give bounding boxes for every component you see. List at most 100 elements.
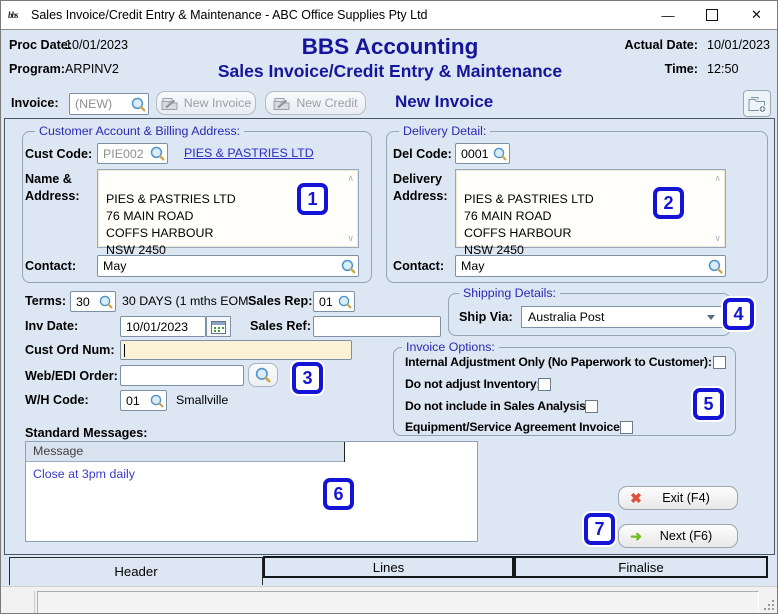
standard-messages-label: Standard Messages: xyxy=(25,426,148,440)
search-icon[interactable] xyxy=(708,259,723,274)
delivery-address-label-1: Delivery xyxy=(393,172,443,186)
message-column-header: Message xyxy=(26,442,344,462)
text-caret xyxy=(124,344,125,357)
terms-description: 30 DAYS (1 mths EOM xyxy=(122,294,249,308)
search-icon[interactable] xyxy=(131,97,146,112)
name-address-label-1: Name & xyxy=(25,172,72,186)
sales-rep-field[interactable]: 01 xyxy=(313,291,355,312)
cust-code-label: Cust Code: xyxy=(25,147,93,161)
minimize-button[interactable]: — xyxy=(646,1,690,29)
callout-badge-2: 2 xyxy=(653,187,684,219)
invoice-combobox[interactable]: (NEW) xyxy=(69,93,149,115)
time-value: 12:50 xyxy=(707,62,739,76)
shipping-group-title: Shipping Details: xyxy=(459,286,560,300)
invoice-options-group-title: Invoice Options: xyxy=(402,340,499,354)
next-button[interactable]: ➜ Next (F6) xyxy=(618,524,738,548)
maximize-icon xyxy=(706,9,718,21)
web-edi-order-label: Web/EDI Order: xyxy=(25,369,118,383)
minimize-icon: — xyxy=(661,7,675,23)
app-icon: bbs xyxy=(8,10,19,20)
scroll-up-icon[interactable]: ∧ xyxy=(347,174,354,183)
copy-invoice-button[interactable] xyxy=(743,90,771,117)
delivery-contact-field[interactable]: May xyxy=(455,255,726,277)
new-invoice-button[interactable]: New Invoice xyxy=(156,91,256,115)
wh-name: Smallville xyxy=(176,393,229,407)
new-credit-button[interactable]: New Credit xyxy=(265,91,366,115)
delivery-contact-value: May xyxy=(461,259,485,273)
new-invoice-label: New Invoice xyxy=(183,96,252,110)
title-bar: bbs Sales Invoice/Credit Entry & Mainten… xyxy=(1,1,777,30)
delivery-address-text: PIES & PASTRIES LTD 76 MAIN ROAD COFFS H… xyxy=(464,192,594,257)
search-icon[interactable] xyxy=(150,146,165,161)
sales-ref-field[interactable] xyxy=(313,316,441,337)
actual-date-label: Actual Date: xyxy=(624,38,698,52)
option-internal-adjustment-label: Internal Adjustment Only (No Paperwork t… xyxy=(405,355,712,369)
tab-lines[interactable]: Lines xyxy=(263,556,514,578)
del-code-label: Del Code: xyxy=(393,147,452,161)
terms-field[interactable]: 30 xyxy=(70,291,116,312)
del-code-field[interactable]: 0001 xyxy=(455,143,510,164)
standard-messages-table[interactable]: Message Close at 3pm daily xyxy=(25,441,478,542)
option-no-sales-analysis-checkbox[interactable] xyxy=(585,400,598,413)
calendar-icon xyxy=(211,320,226,334)
next-button-label: Next (F6) xyxy=(659,529,713,543)
status-bar xyxy=(1,586,777,613)
close-button[interactable]: ✕ xyxy=(734,1,777,29)
delivery-address-textarea[interactable]: PIES & PASTRIES LTD 76 MAIN ROAD COFFS H… xyxy=(455,169,726,257)
search-icon[interactable] xyxy=(150,394,164,408)
web-edi-lookup-button[interactable] xyxy=(248,363,278,387)
inv-date-field[interactable]: 10/01/2023 xyxy=(120,316,206,337)
search-icon[interactable] xyxy=(493,147,507,161)
sales-rep-label: Sales Rep: xyxy=(248,294,313,308)
exit-button[interactable]: ✖ Exit (F4) xyxy=(618,486,738,510)
search-icon[interactable] xyxy=(341,259,356,274)
option-internal-adjustment-checkbox[interactable] xyxy=(713,356,726,369)
scroll-down-icon[interactable]: ∨ xyxy=(347,234,354,243)
new-credit-label: New Credit xyxy=(296,96,358,110)
invoice-value: (NEW) xyxy=(75,97,113,111)
resize-grip[interactable] xyxy=(772,608,774,610)
app-window: bbs Sales Invoice/Credit Entry & Mainten… xyxy=(0,0,778,614)
option-equipment-service-checkbox[interactable] xyxy=(620,421,633,434)
scroll-up-icon[interactable]: ∧ xyxy=(714,174,721,183)
search-icon[interactable] xyxy=(99,295,113,309)
delivery-contact-label: Contact: xyxy=(393,259,445,273)
cust-ord-num-field[interactable] xyxy=(120,340,352,360)
tab-header[interactable]: Header xyxy=(9,557,263,585)
cust-code-field[interactable]: PIE002 xyxy=(97,143,168,164)
red-x-icon: ✖ xyxy=(630,489,642,506)
sales-rep-value: 01 xyxy=(319,294,333,309)
delivery-address-label-2: Address: xyxy=(393,189,448,203)
wh-code-value: 01 xyxy=(126,393,140,408)
customer-contact-label: Contact: xyxy=(25,259,77,273)
invoice-status: New Invoice xyxy=(395,92,494,111)
delivery-group-title: Delivery Detail: xyxy=(399,124,491,138)
customer-name-link[interactable]: PIES & PASTRIES LTD xyxy=(184,146,314,160)
inv-date-label: Inv Date: xyxy=(25,319,79,333)
callout-badge-6: 6 xyxy=(323,478,354,510)
customer-group-title: Customer Account & Billing Address: xyxy=(35,124,245,138)
message-row[interactable]: Close at 3pm daily xyxy=(33,467,135,481)
callout-badge-3: 3 xyxy=(292,362,323,394)
customer-contact-value: May xyxy=(103,259,127,273)
wh-code-field[interactable]: 01 xyxy=(120,390,167,411)
customer-contact-field[interactable]: May xyxy=(97,255,359,277)
option-no-inventory-adjust-label: Do not adjust Inventory: xyxy=(405,377,541,391)
ship-via-select[interactable]: Australia Post xyxy=(521,306,723,328)
maximize-button[interactable] xyxy=(690,1,734,29)
chevron-down-icon xyxy=(707,314,715,320)
new-document-plus-icon xyxy=(747,95,767,113)
exit-button-label: Exit (F4) xyxy=(662,491,710,505)
status-divider xyxy=(34,591,35,613)
option-no-sales-analysis-label: Do not include in Sales Analysis: xyxy=(405,399,590,413)
option-no-inventory-adjust-checkbox[interactable] xyxy=(538,378,551,391)
tab-finalise[interactable]: Finalise xyxy=(514,556,768,578)
scroll-down-icon[interactable]: ∨ xyxy=(714,234,721,243)
callout-badge-5: 5 xyxy=(693,388,724,420)
calendar-button[interactable] xyxy=(206,316,231,337)
search-icon[interactable] xyxy=(338,295,352,309)
document-edit-icon xyxy=(273,97,290,110)
cust-code-value: PIE002 xyxy=(103,146,144,161)
callout-badge-7: 7 xyxy=(584,513,615,545)
web-edi-order-field[interactable] xyxy=(120,365,244,386)
